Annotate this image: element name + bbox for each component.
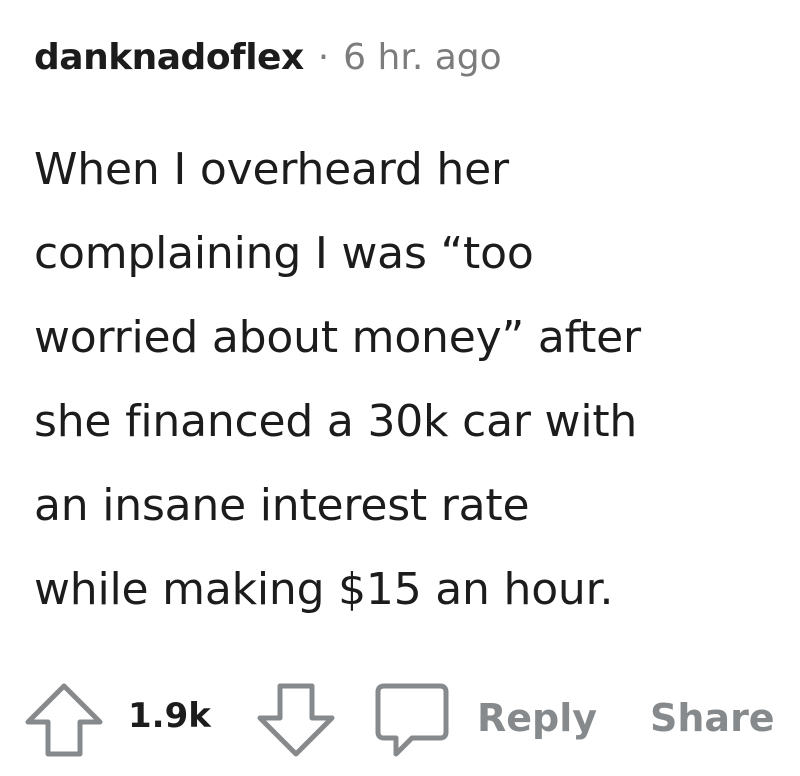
comment: danknadoflex · 6 hr. ago When I overhear… xyxy=(0,0,800,776)
share-button[interactable]: Share xyxy=(650,692,775,744)
comment-icon[interactable] xyxy=(372,680,452,760)
meta-separator: · xyxy=(317,37,330,78)
vote-score: 1.9k xyxy=(128,696,211,736)
downvote-icon[interactable] xyxy=(256,680,336,760)
comment-actions: 1.9k Reply Share xyxy=(24,672,800,762)
comment-meta: danknadoflex · 6 hr. ago xyxy=(34,32,502,84)
comment-body: When I overheard her complaining I was “… xyxy=(34,144,641,615)
comment-author[interactable]: danknadoflex xyxy=(34,32,304,84)
comment-timestamp[interactable]: 6 hr. ago xyxy=(343,32,501,84)
upvote-icon[interactable] xyxy=(24,680,104,760)
reply-button[interactable]: Reply xyxy=(477,692,597,744)
